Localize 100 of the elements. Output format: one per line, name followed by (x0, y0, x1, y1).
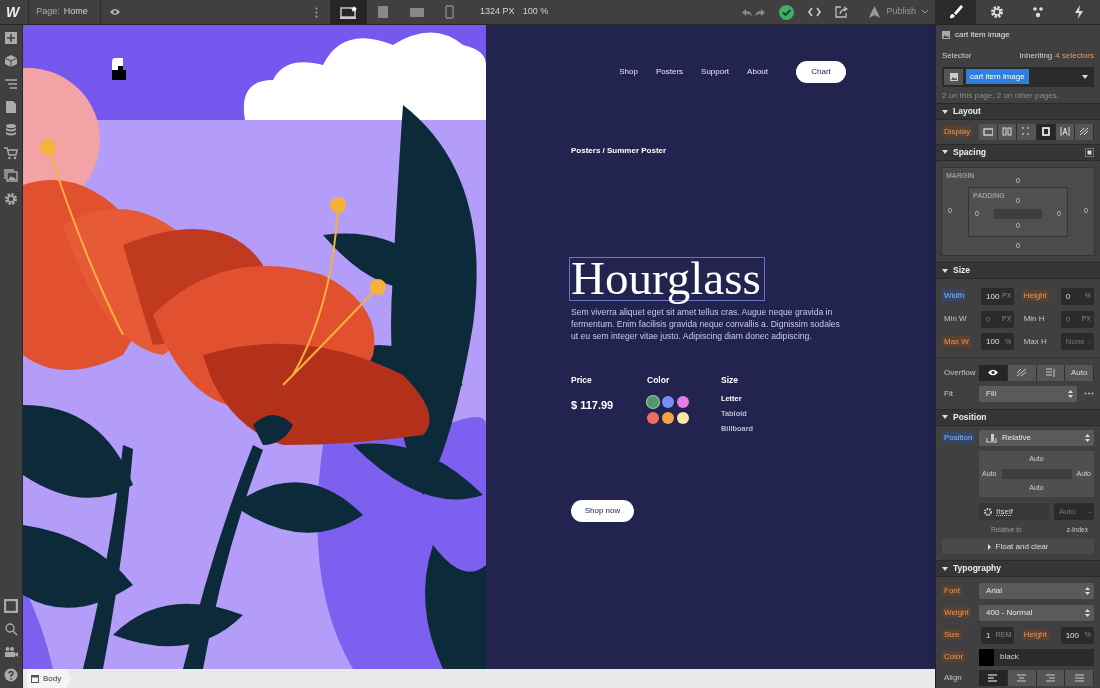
color-name: black (1000, 651, 1019, 664)
toolbar-button[interactable] (4, 123, 18, 137)
breadcrumb-item[interactable]: Body (27, 669, 72, 688)
align-option[interactable] (1065, 670, 1093, 687)
spacing-preset-icon (1085, 147, 1094, 157)
font-select[interactable]: Arial (979, 583, 1094, 600)
nav-link[interactable]: Support (701, 66, 730, 78)
collapse-caret-icon (942, 415, 948, 420)
color-swatch[interactable] (647, 395, 659, 408)
property-label: Overflow (943, 366, 977, 378)
export-icon[interactable] (835, 6, 849, 18)
relative-position-icon (986, 434, 997, 443)
display-flex-icon (1002, 127, 1013, 137)
price-label: Price (571, 374, 593, 387)
display-inline-icon (1059, 127, 1070, 137)
float-and-clear-button[interactable]: Float and clear (942, 539, 1094, 555)
shop-now-button[interactable]: Shop now (571, 500, 634, 523)
cube-icon (4, 54, 18, 68)
toolbar-button[interactable] (4, 54, 18, 68)
cart-button[interactable]: Chart (796, 61, 846, 83)
color-swatch[interactable] (677, 411, 689, 424)
scroll-icon (1044, 368, 1056, 378)
number-field[interactable]: 100 (1060, 626, 1084, 644)
property-label: Max W (942, 335, 971, 347)
image-icon (949, 72, 958, 81)
updown-icon (1085, 434, 1090, 443)
position-select[interactable]: Relative (979, 430, 1094, 447)
fit-select[interactable]: Fill (979, 385, 1077, 402)
overflow-option[interactable] (979, 364, 1007, 381)
nav-link[interactable]: Shop (619, 66, 638, 78)
toolbar-button[interactable] (4, 100, 18, 114)
overflow-option[interactable]: Auto (1065, 364, 1093, 381)
image-icon (942, 30, 950, 39)
property-label: Min H (1022, 313, 1046, 325)
display-option[interactable] (1074, 123, 1094, 140)
nav-link[interactable]: Posters (655, 66, 684, 78)
toolbar-button[interactable] (4, 31, 18, 45)
overflow-option[interactable] (1007, 364, 1036, 381)
color-swatch[interactable] (662, 411, 674, 424)
toolbar-button[interactable] (4, 668, 18, 682)
property-label: Position (942, 432, 975, 444)
property-label: Min W (943, 313, 968, 325)
canvas-width-text: 1324 PX (480, 5, 515, 19)
color-swatch[interactable] (979, 648, 994, 666)
relative-to-field[interactable]: Itself (979, 503, 1049, 521)
more-options-icon[interactable] (1084, 392, 1094, 396)
weight-select[interactable]: 400 - Normal (979, 604, 1094, 621)
display-option[interactable] (979, 123, 998, 140)
selector-field[interactable]: cart item image (942, 66, 1094, 87)
code-icon[interactable] (808, 7, 822, 17)
selector-icon-button[interactable] (944, 68, 963, 85)
collapse-caret-icon (942, 268, 948, 273)
drops-icon (1031, 5, 1046, 19)
number-field[interactable]: 0 (1060, 287, 1084, 305)
checkmark-icon[interactable] (779, 4, 795, 20)
display-option[interactable] (1036, 123, 1055, 140)
settings-icon (4, 192, 18, 206)
tablet-icon (377, 5, 390, 19)
nav-link[interactable]: About (747, 66, 768, 78)
page-name-link[interactable]: Home (63, 5, 88, 19)
panel-tab[interactable] (935, 0, 977, 24)
align-left-icon (988, 674, 998, 683)
display-inline-block-icon (1040, 127, 1051, 137)
align-option[interactable] (979, 670, 1007, 687)
selector-tag[interactable]: cart item image (966, 69, 1029, 84)
color-field[interactable]: black (979, 648, 1094, 666)
updown-icon (1085, 608, 1090, 617)
z-index-field[interactable]: Auto (1054, 503, 1088, 521)
display-option[interactable] (998, 123, 1017, 140)
toolbar-button[interactable] (4, 622, 18, 636)
align-option[interactable] (1007, 670, 1036, 687)
publish-button[interactable]: Publish (862, 0, 935, 24)
property-label: Font (942, 585, 962, 597)
color-swatch[interactable] (677, 395, 689, 408)
number-field[interactable]: 100 (981, 287, 1001, 305)
toolbar-button[interactable] (4, 77, 18, 91)
display-option[interactable] (1055, 123, 1074, 140)
toolbar-button[interactable] (4, 146, 18, 160)
color-swatch[interactable] (662, 395, 674, 408)
toolbar-button[interactable] (4, 645, 18, 659)
collapse-caret-icon (942, 566, 948, 571)
align-right-icon (1045, 674, 1055, 683)
section-title: Size (953, 264, 970, 277)
product-description: Sem viverra aliquet eget sit amet tellus cras. Augue neque gravida in fermentum. Enim facilisis gravida neque convallis a. Dignissim sodales ut eu sem integer vitae justo. Adipiscing diam donec adipiscing. (571, 306, 841, 342)
number-field[interactable]: None (1060, 333, 1088, 351)
property-label: Max H (1022, 335, 1048, 347)
number-field[interactable]: 100 (981, 333, 1005, 351)
property-label: Weight (942, 606, 971, 618)
device-view-tab[interactable] (330, 0, 368, 24)
page-label: Page: (36, 5, 60, 19)
number-field[interactable]: 1 (981, 626, 995, 644)
toolbar-button[interactable] (4, 169, 18, 183)
toolbar-button[interactable] (4, 192, 18, 206)
color-swatch[interactable] (647, 411, 659, 424)
align-option[interactable] (1036, 670, 1065, 687)
property-label: Color (942, 651, 966, 663)
display-grid-icon (1021, 127, 1032, 137)
toolbar-button[interactable] (4, 599, 18, 613)
price-text: $ 117.99 (571, 397, 615, 413)
inheriting-selectors-link[interactable]: 4 selectors (1055, 49, 1094, 62)
